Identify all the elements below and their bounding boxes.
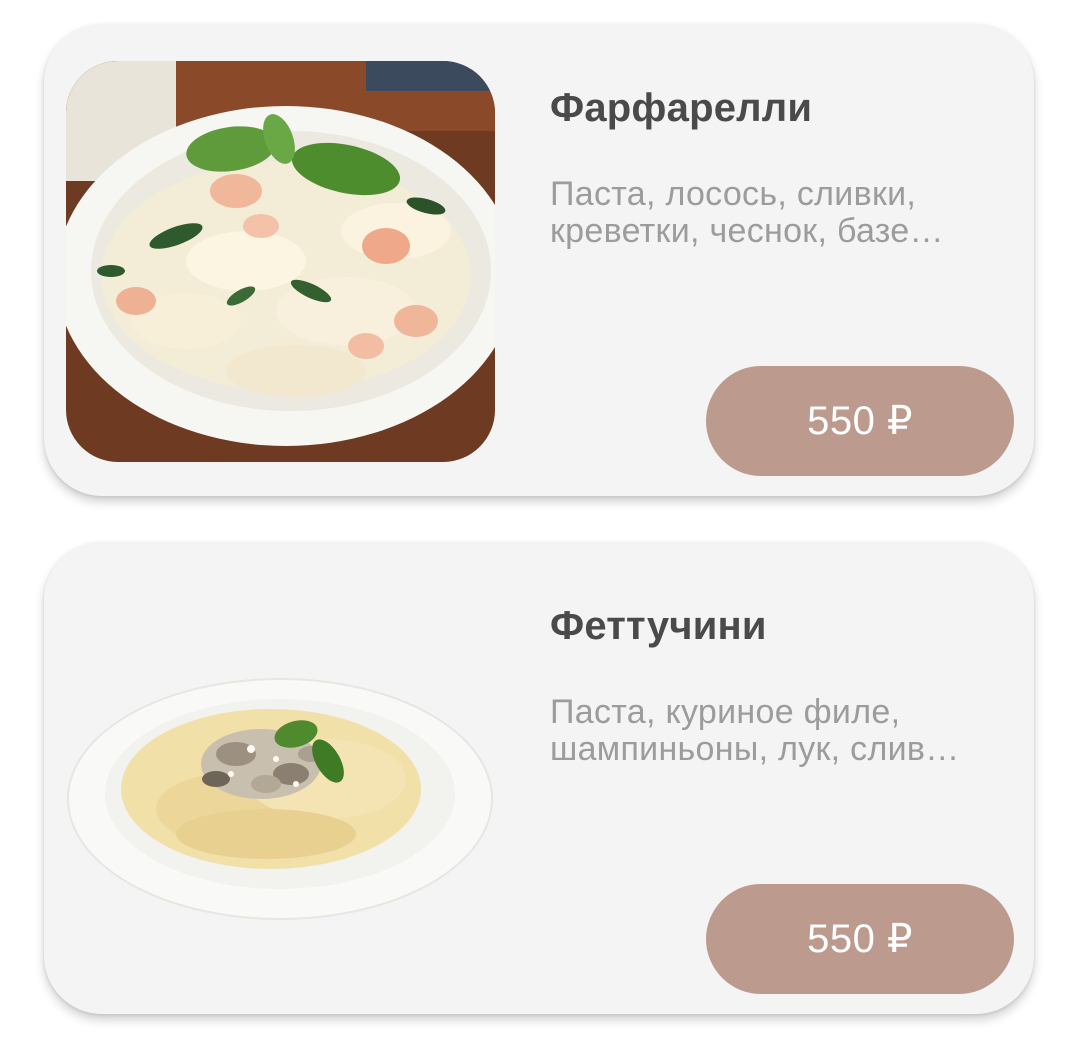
dish-description: Паста, куриное филе, шампиньоны, лук, сл… xyxy=(550,694,960,768)
price-button[interactable]: 550 ₽ xyxy=(706,366,1014,476)
dish-title: Фарфарелли xyxy=(550,86,813,130)
farfalle-photo-icon xyxy=(66,61,495,462)
dish-image xyxy=(66,61,495,462)
menu-list: Фарфарелли Паста, лосось, сливки, кревет… xyxy=(0,0,1080,1063)
dish-image xyxy=(66,579,495,980)
menu-item-card[interactable]: Фарфарелли Паста, лосось, сливки, кревет… xyxy=(44,24,1034,496)
dish-description: Паста, лосось, сливки, креветки, чеснок,… xyxy=(550,176,944,250)
price-button[interactable]: 550 ₽ xyxy=(706,884,1014,994)
dish-title: Феттучини xyxy=(550,604,767,648)
fettuccine-photo-icon xyxy=(66,579,495,980)
menu-item-card[interactable]: Феттучини Паста, куриное филе, шампиньон… xyxy=(44,542,1034,1014)
